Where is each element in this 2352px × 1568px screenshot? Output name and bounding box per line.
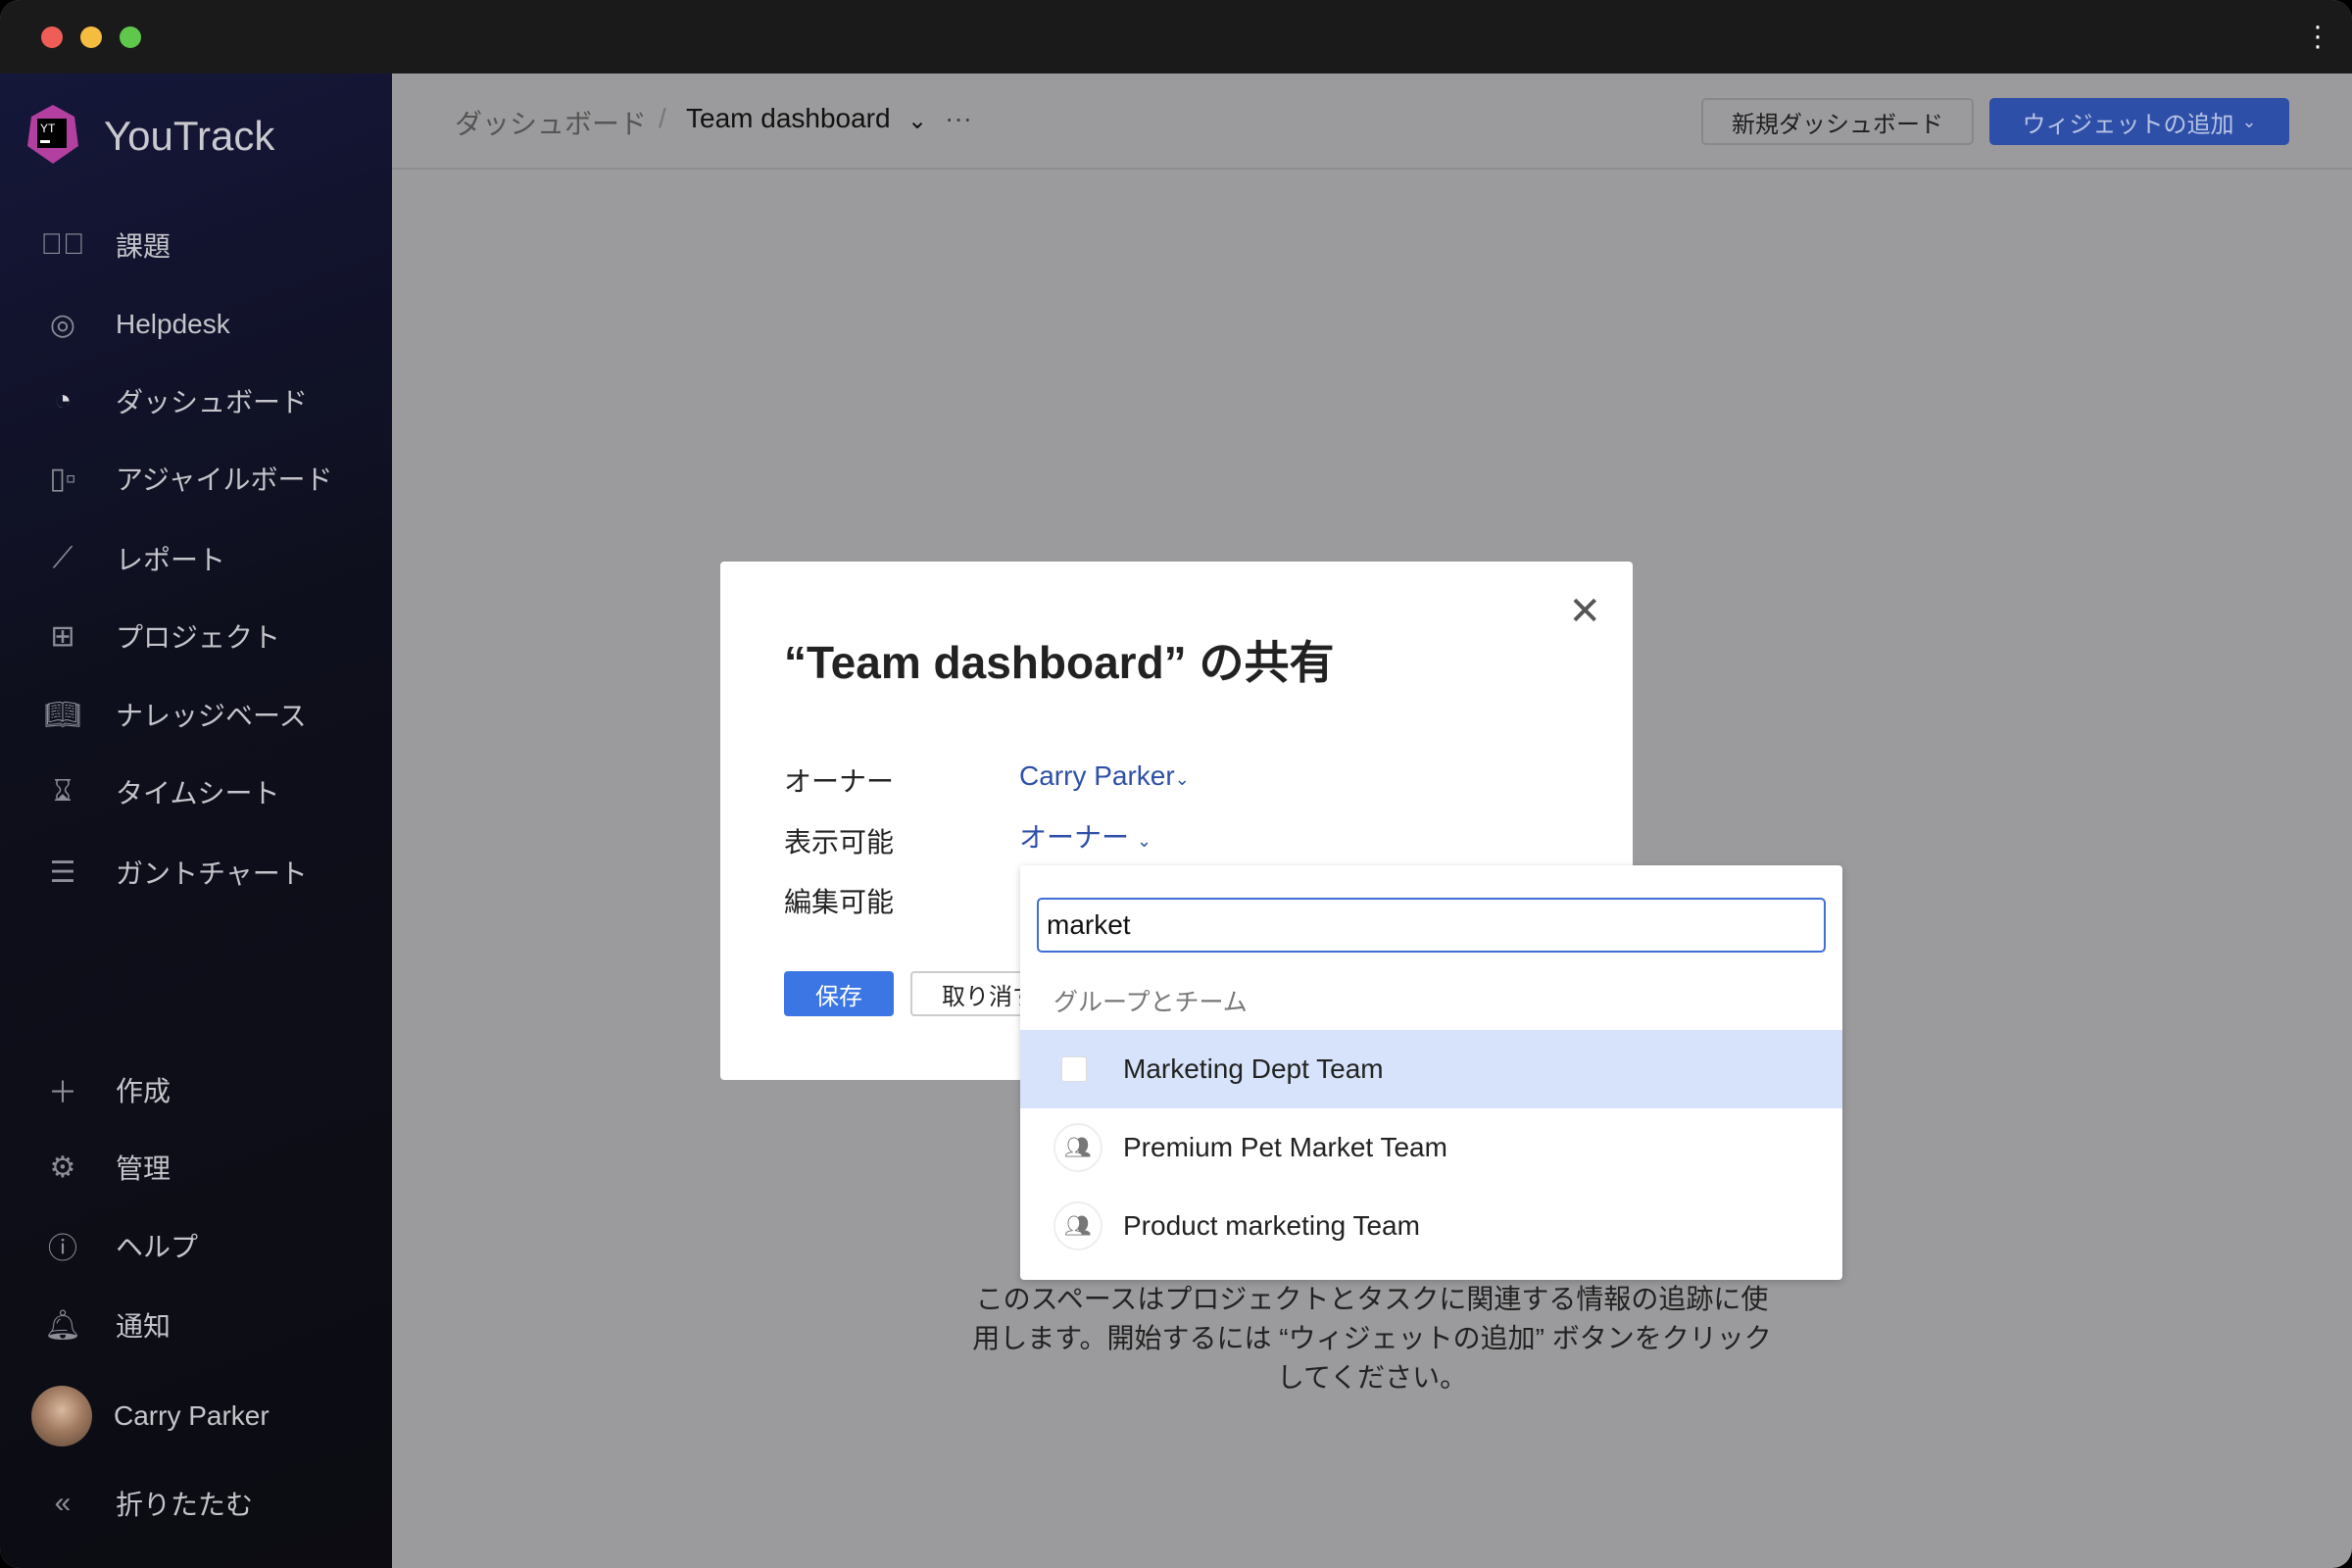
sidebar-item-agile-boards[interactable]: ▯▫ アジャイルボード (0, 449, 392, 508)
dashboard-icon: ◔ (53, 384, 73, 416)
check-circle-icon: ✓⃝ (40, 228, 85, 261)
sidebar-item-knowledge-base[interactable]: 📖︎ ナレッジベース (0, 685, 392, 744)
visible-to-select[interactable]: オーナー ⌄ (1019, 816, 1152, 856)
hourglass-icon: ⌛︎ (53, 775, 73, 808)
double-chevron-left-icon: « (54, 1487, 72, 1519)
sidebar-item-notifications[interactable]: 🔔︎ 通知 (0, 1296, 392, 1354)
title-bar: · · · (0, 0, 2352, 74)
breadcrumb-dashboards[interactable]: ダッシュボード (455, 103, 647, 142)
owner-select[interactable]: Carry Parker⌄ (1019, 760, 1190, 792)
more-options-icon[interactable]: ··· (945, 103, 972, 134)
agile-board-icon: ▯▫ (49, 462, 76, 495)
dialog-title: “Team dashboard” の共有 (784, 637, 1335, 688)
sidebar-collapse[interactable]: «折りたたむ (0, 1474, 392, 1533)
bell-icon: 🔔︎ (43, 1308, 82, 1342)
sidebar-item-projects[interactable]: ⊞ プロジェクト (0, 607, 392, 665)
minimize-window-button[interactable] (80, 26, 102, 48)
section-header: グループとチーム (1054, 989, 1248, 1016)
sidebar-item-gantt[interactable]: ☰ ガントチャート (0, 843, 392, 902)
owner-label: オーナー (784, 766, 895, 797)
search-input[interactable] (1037, 898, 1826, 953)
book-icon: 📖︎ (43, 698, 82, 731)
brand-name: YouTrack (104, 113, 275, 159)
sidebar-item-issues[interactable]: ✓⃝ 課題 (0, 216, 392, 274)
chevron-down-icon: ⌄ (1137, 831, 1152, 851)
list-item[interactable]: 👥︎ Premium Pet Market Team (1020, 1108, 1842, 1187)
chart-icon: ⟋ (52, 542, 74, 574)
gear-icon: ⚙︎ (49, 1151, 76, 1184)
visible-to-label: 表示可能 (784, 827, 895, 858)
new-dashboard-button[interactable]: 新規ダッシュボード (1701, 98, 1974, 145)
more-menu-icon[interactable]: · · · (2313, 12, 2323, 61)
sidebar-item-timesheets[interactable]: ⌛︎ タイムシート (0, 762, 392, 821)
grid-icon: ⊞ (50, 619, 75, 653)
youtrack-logo[interactable]: YT (24, 103, 82, 166)
list-item[interactable]: Marketing Dept Team (1020, 1030, 1842, 1108)
page-header: ダッシュボード / Team dashboard ⌄ ··· 新規ダッシュボード… (392, 74, 2352, 170)
breadcrumb-current[interactable]: Team dashboard (686, 103, 891, 134)
group-picker-dropdown: グループとチーム Marketing Dept Team 👥︎Premium P… (1020, 865, 1842, 1280)
chevron-down-icon[interactable]: ⌄ (907, 107, 927, 135)
breadcrumb-separator: / (659, 103, 666, 133)
lifebuoy-icon: ◎ (49, 308, 76, 341)
maximize-window-button[interactable] (120, 26, 141, 48)
sidebar-item-create[interactable]: ＋作成 (0, 1060, 392, 1119)
sidebar-item-helpdesk[interactable]: ◎ Helpdesk (0, 295, 392, 354)
avatar (31, 1386, 92, 1446)
save-button[interactable]: 保存 (784, 971, 894, 1016)
sidebar-item-reports[interactable]: ⟋ レポート (0, 529, 392, 588)
help-icon: ⓘ (48, 1233, 77, 1265)
gantt-icon: ☰ (49, 856, 76, 889)
svg-text:YT: YT (40, 122, 56, 135)
editable-by-label: 編集可能 (784, 887, 895, 917)
close-icon[interactable]: ✕ (1568, 589, 1601, 634)
checkbox[interactable] (1061, 1056, 1087, 1082)
group-icon: 👥︎ (1054, 1201, 1102, 1250)
sidebar-item-dashboards[interactable]: ◔ ダッシュボード (0, 371, 392, 430)
sidebar: YT YouTrack ✓⃝ 課題 ◎ Helpdesk ◔ ダッシュボード ▯▫ アジ… (0, 74, 392, 1568)
plus-icon: ＋ (48, 1077, 77, 1109)
sidebar-user[interactable]: Carry Parker (0, 1386, 392, 1446)
chevron-down-icon: ⌄ (2241, 111, 2257, 131)
add-widget-button[interactable]: ウィジェットの追加 ⌄ (1989, 98, 2289, 145)
app-window: · · · YT YouTrack ✓⃝ 課題 ◎ Helpdesk ◔ ダッシュボード … (0, 0, 2352, 1568)
group-icon: 👥︎ (1054, 1123, 1102, 1172)
close-window-button[interactable] (41, 26, 63, 48)
sidebar-item-admin[interactable]: ⚙︎ 管理 (0, 1138, 392, 1197)
empty-state-text: このスペースはプロジェクトとタスクに関連する情報の追跡に使用します。開始するには… (972, 1284, 1772, 1393)
sidebar-item-help[interactable]: ⓘ ヘルプ (0, 1216, 392, 1275)
chevron-down-icon: ⌄ (1174, 769, 1190, 789)
list-item[interactable]: 👥︎ Product marketing Team (1020, 1187, 1842, 1265)
